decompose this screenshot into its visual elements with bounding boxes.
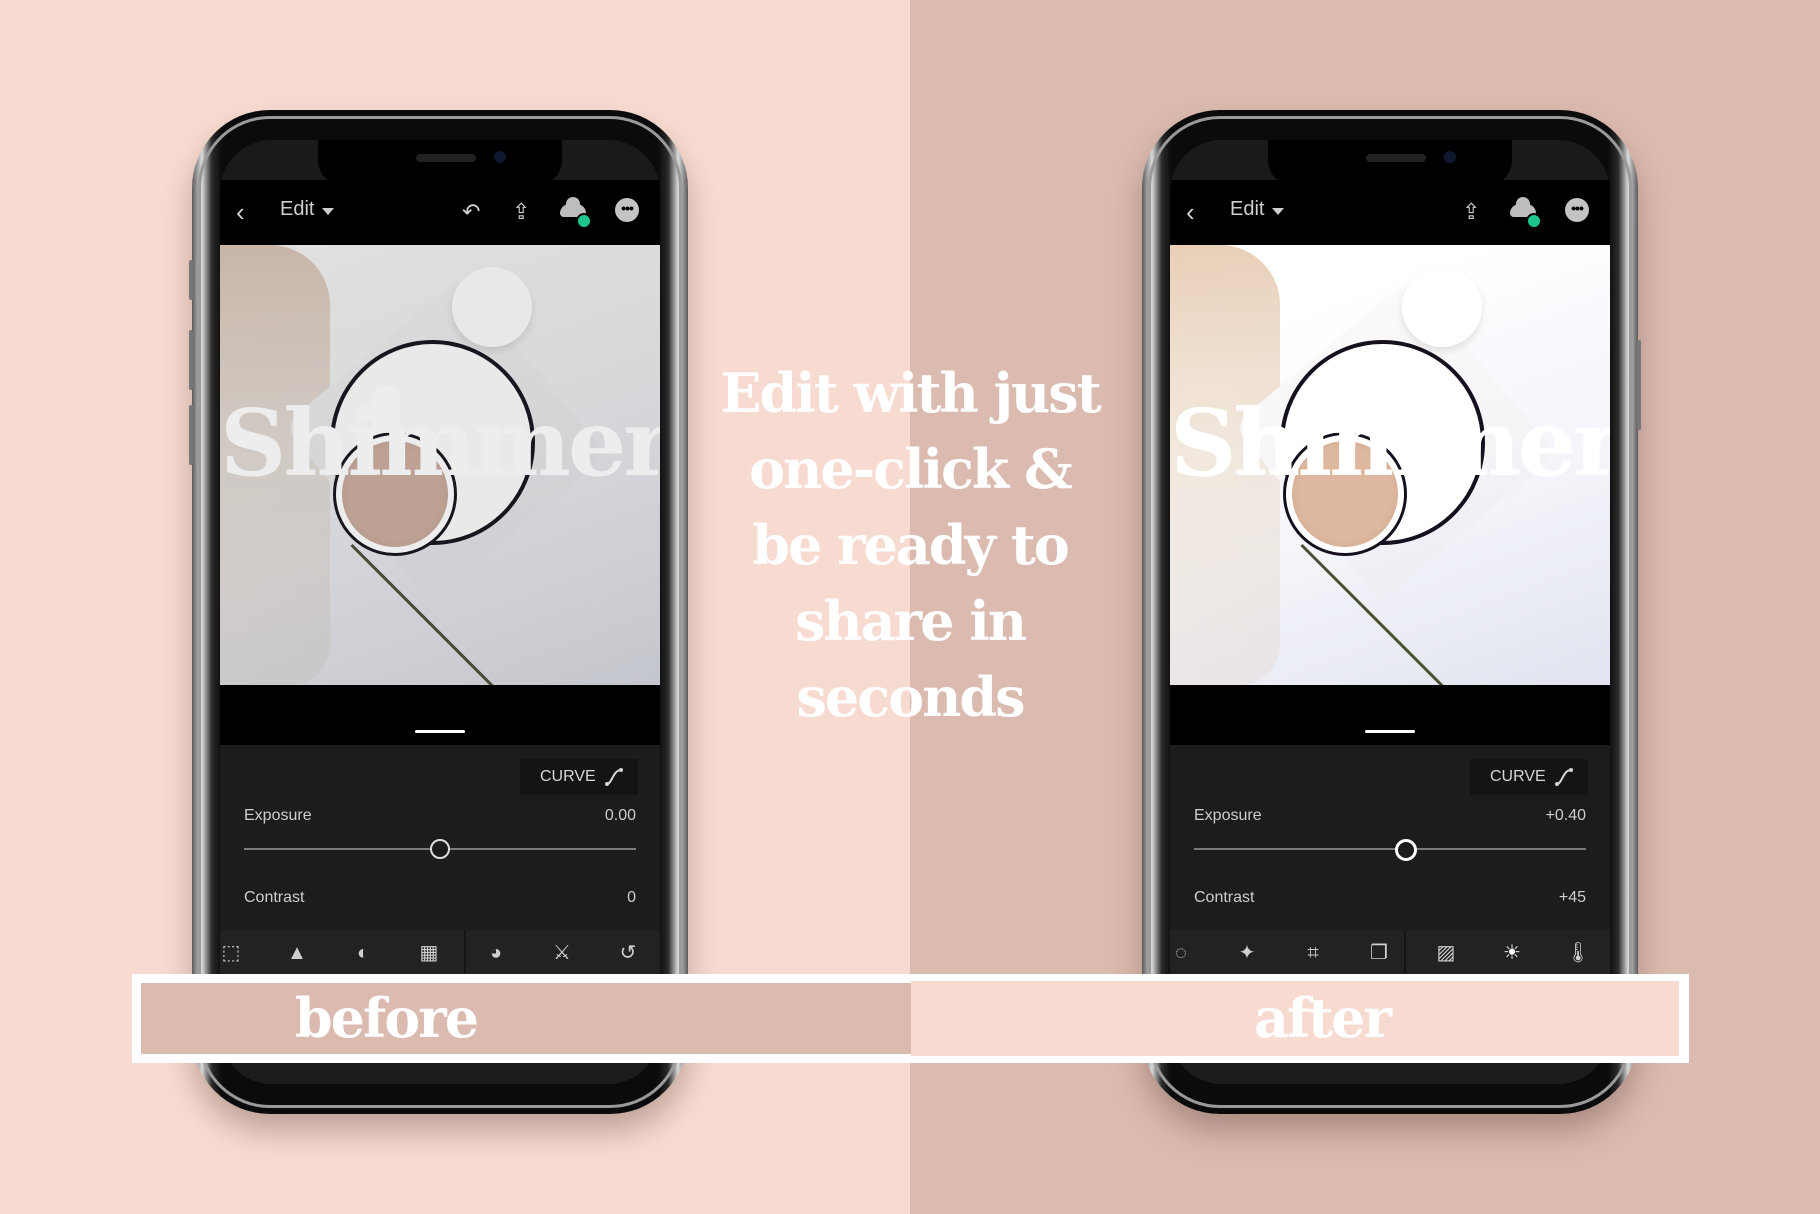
preview-gap	[220, 685, 660, 745]
selective-icon: ◌	[1175, 942, 1187, 964]
headline: Edit with just one-click & be ready to s…	[700, 355, 1120, 735]
reset-icon: ↺	[619, 942, 637, 964]
after-label: after	[1254, 986, 1392, 1050]
headline-line: Edit with just	[720, 361, 1101, 425]
preset-name-overlay: Shimmer	[220, 389, 660, 497]
caret-down-icon	[1272, 208, 1284, 215]
detail-icon: ▲	[287, 942, 307, 964]
edit-menu[interactable]: Edit	[280, 198, 314, 221]
contrast-value[interactable]: 0	[627, 889, 636, 907]
volume-down-button	[189, 405, 193, 465]
crop-icon: ⌗	[1307, 942, 1319, 964]
auto-icon: ▨	[1436, 942, 1456, 964]
drag-handle[interactable]	[1365, 730, 1415, 733]
share-icon[interactable]: ⇪	[512, 200, 530, 224]
share-icon[interactable]: ⇪	[1462, 200, 1480, 224]
light-icon: ☀	[1503, 942, 1521, 964]
before-after-banner: before after	[132, 974, 1689, 1063]
screen: ‹ Edit ↶ ⇪ ••• Shimmer CURVE Exposure 0.…	[220, 140, 660, 1084]
sync-status-dot	[1526, 213, 1542, 229]
front-camera	[494, 151, 506, 163]
exposure-slider-thumb[interactable]	[1394, 839, 1417, 861]
front-camera	[1444, 151, 1456, 163]
screen: ‹ Edit ⇪ ••• Shimmer CURVE Exposure +0.4…	[1170, 140, 1610, 1084]
healing-icon: ✦	[1238, 942, 1256, 964]
photo-pouf	[452, 267, 532, 347]
photo-preview: Shimmer	[220, 245, 660, 685]
volume-up-button	[189, 330, 193, 390]
exposure-label: Exposure	[1194, 807, 1262, 824]
chevron-left-icon[interactable]: ‹	[1186, 199, 1195, 225]
chevron-left-icon[interactable]: ‹	[236, 199, 245, 225]
phone-before: ‹ Edit ↶ ⇪ ••• Shimmer CURVE Exposure 0.…	[189, 110, 688, 1114]
more-icon[interactable]: •••	[615, 198, 639, 222]
drag-handle[interactable]	[415, 730, 465, 733]
exposure-value[interactable]: 0.00	[605, 807, 636, 825]
speaker	[416, 154, 476, 162]
phone-after: ‹ Edit ⇪ ••• Shimmer CURVE Exposure +0.4…	[1142, 110, 1641, 1114]
contrast-label: Contrast	[244, 889, 305, 906]
headline-line: one-click &	[749, 437, 1073, 501]
photo-pouf	[1402, 267, 1482, 347]
curve-button[interactable]: CURVE	[1470, 759, 1588, 795]
before-panel: before	[141, 983, 911, 1054]
contrast-label: Contrast	[1194, 889, 1255, 906]
caret-down-icon	[322, 208, 334, 215]
presets-icon: ◕	[489, 942, 503, 964]
exposure-slider-track[interactable]	[1194, 848, 1586, 850]
photo-preview: Shimmer	[1170, 245, 1610, 685]
undo-icon[interactable]: ↶	[462, 200, 480, 224]
before-label: before	[294, 986, 479, 1050]
previous-icon: ⚔	[553, 942, 571, 964]
edit-menu[interactable]: Edit	[1230, 198, 1264, 221]
curve-button[interactable]: CURVE	[520, 759, 638, 795]
contrast-value[interactable]: +45	[1559, 889, 1586, 907]
optics-icon: ◐	[356, 942, 370, 964]
curve-label: CURVE	[1490, 768, 1546, 785]
more-icon[interactable]: •••	[1565, 198, 1589, 222]
sync-status-dot	[576, 213, 592, 229]
geometry-icon: ▦	[419, 942, 439, 964]
color-icon: 🌡︎	[1565, 942, 1591, 964]
curve-icon	[605, 768, 623, 786]
curve-label: CURVE	[540, 768, 596, 785]
mute-switch	[189, 260, 193, 300]
power-button	[1637, 340, 1641, 430]
after-panel: after	[911, 981, 1679, 1056]
top-bar: ‹ Edit ↶ ⇪ •••	[220, 180, 660, 245]
preview-gap	[1170, 685, 1610, 745]
top-bar: ‹ Edit ⇪ •••	[1170, 180, 1610, 245]
headline-line: share in seconds	[794, 589, 1027, 729]
exposure-value[interactable]: +0.40	[1546, 807, 1586, 825]
exposure-slider-thumb[interactable]	[430, 839, 450, 859]
headline-line: be ready to	[752, 513, 1070, 577]
curve-icon	[1555, 768, 1573, 786]
speaker	[1366, 154, 1426, 162]
profiles-icon: ❐	[1370, 942, 1388, 964]
preset-name-overlay: Shimmer	[1170, 389, 1610, 497]
exposure-label: Exposure	[244, 807, 312, 824]
effects-icon: ⬚	[221, 942, 241, 964]
